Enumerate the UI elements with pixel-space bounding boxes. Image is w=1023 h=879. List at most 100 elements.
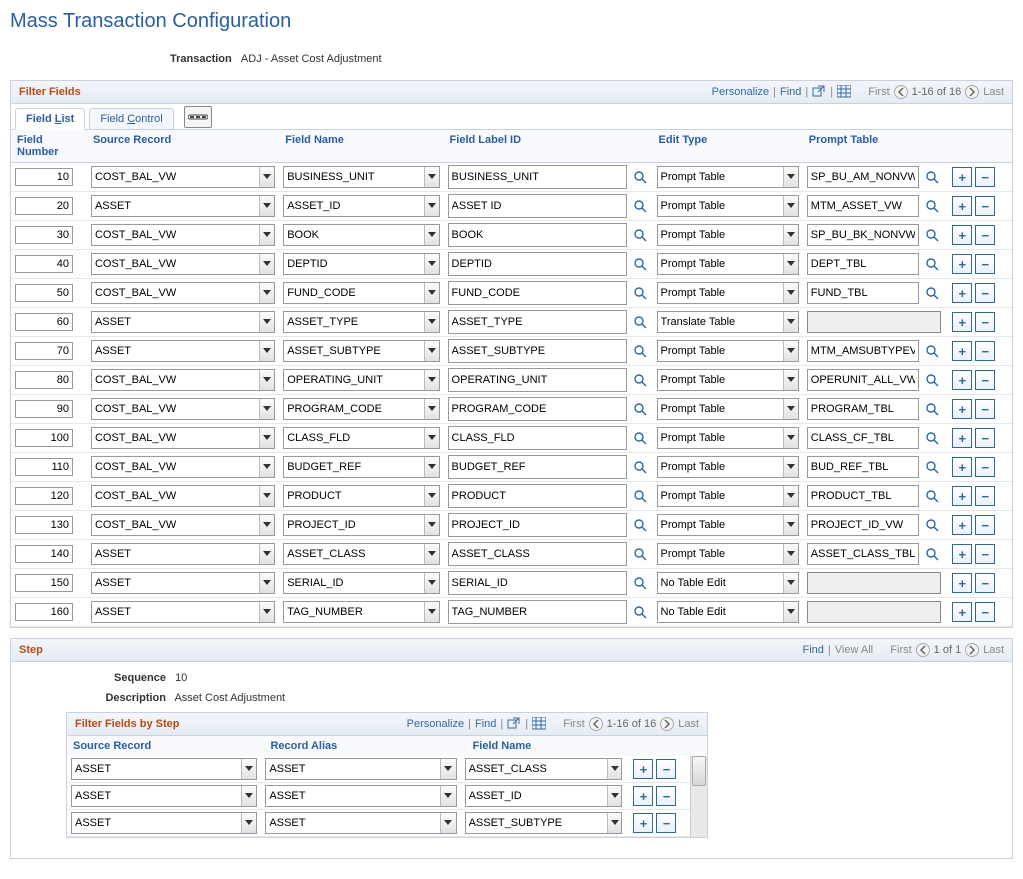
inner-record-alias-combo-input[interactable] — [266, 788, 440, 804]
chevron-down-icon[interactable] — [259, 428, 274, 448]
prompt-table-lookup-icon[interactable] — [923, 197, 941, 215]
source-record-combo[interactable] — [91, 282, 275, 304]
chevron-down-icon[interactable] — [783, 486, 798, 506]
inner-nav-last[interactable]: Last — [678, 718, 699, 730]
chevron-down-icon[interactable] — [259, 283, 274, 303]
col-field-number[interactable]: Field Number — [11, 130, 87, 163]
field-name-combo-input[interactable] — [284, 343, 423, 359]
chevron-down-icon[interactable] — [424, 312, 439, 332]
field-label-input[interactable] — [448, 165, 627, 189]
chevron-down-icon[interactable] — [424, 515, 439, 535]
field-name-combo-input[interactable] — [284, 198, 423, 214]
prompt-table-lookup-icon[interactable] — [923, 284, 941, 302]
inner-next-icon[interactable] — [660, 717, 674, 731]
field-label-lookup-icon[interactable] — [631, 226, 649, 244]
prompt-table-field[interactable] — [807, 485, 919, 507]
edit-type-combo[interactable] — [657, 166, 799, 188]
field-label-input[interactable] — [448, 252, 627, 276]
delete-row-button[interactable]: − — [975, 602, 995, 622]
chevron-down-icon[interactable] — [259, 486, 274, 506]
field-number-input[interactable] — [15, 226, 73, 244]
add-row-button[interactable]: + — [952, 399, 972, 419]
edit-type-combo[interactable] — [657, 601, 799, 623]
field-label-input[interactable] — [448, 281, 627, 305]
inner-source-record-combo-input[interactable] — [72, 788, 241, 804]
chevron-down-icon[interactable] — [783, 283, 798, 303]
field-number-input[interactable] — [15, 168, 73, 186]
field-name-combo-input[interactable] — [284, 169, 423, 185]
personalize-link[interactable]: Personalize — [712, 86, 769, 98]
chevron-down-icon[interactable] — [424, 196, 439, 216]
source-record-combo[interactable] — [91, 340, 275, 362]
edit-type-combo[interactable] — [657, 485, 799, 507]
inner-field-name-combo-input[interactable] — [466, 788, 607, 804]
delete-row-button[interactable]: − — [656, 786, 676, 806]
edit-type-combo[interactable] — [657, 311, 799, 333]
chevron-down-icon[interactable] — [424, 428, 439, 448]
source-record-combo[interactable] — [91, 427, 275, 449]
field-label-input[interactable] — [448, 223, 627, 247]
prompt-table-input[interactable] — [808, 459, 918, 475]
inner-record-alias-combo-input[interactable] — [266, 761, 440, 777]
edit-type-combo-input[interactable] — [658, 459, 784, 475]
chevron-down-icon[interactable] — [783, 341, 798, 361]
add-row-button[interactable]: + — [952, 370, 972, 390]
inner-col-alias[interactable]: Record Alias — [264, 736, 466, 756]
nav-first[interactable]: First — [868, 86, 889, 98]
nav-last[interactable]: Last — [983, 86, 1004, 98]
add-row-button[interactable]: + — [952, 602, 972, 622]
field-name-combo-input[interactable] — [284, 401, 423, 417]
chevron-down-icon[interactable] — [259, 341, 274, 361]
inner-spreadsheet-icon[interactable] — [532, 717, 546, 731]
prompt-table-input[interactable] — [808, 198, 918, 214]
edit-type-combo-input[interactable] — [658, 517, 784, 533]
delete-row-button[interactable]: − — [975, 225, 995, 245]
delete-row-button[interactable]: − — [975, 457, 995, 477]
chevron-down-icon[interactable] — [783, 602, 798, 622]
chevron-down-icon[interactable] — [259, 515, 274, 535]
field-number-input[interactable] — [15, 400, 73, 418]
source-record-combo[interactable] — [91, 572, 275, 594]
field-label-input[interactable] — [448, 426, 627, 450]
chevron-down-icon[interactable] — [424, 457, 439, 477]
delete-row-button[interactable]: − — [656, 759, 676, 779]
source-record-combo[interactable] — [91, 398, 275, 420]
field-number-input[interactable] — [15, 371, 73, 389]
spreadsheet-icon[interactable] — [837, 85, 851, 99]
field-label-input[interactable] — [448, 310, 627, 334]
chevron-down-icon[interactable] — [783, 428, 798, 448]
source-record-combo[interactable] — [91, 543, 275, 565]
field-label-input[interactable] — [448, 571, 627, 595]
source-record-combo[interactable] — [91, 166, 275, 188]
inner-record-alias-combo-input[interactable] — [266, 815, 440, 831]
source-record-combo[interactable] — [91, 224, 275, 246]
field-name-combo[interactable] — [283, 514, 439, 536]
prompt-table-field[interactable] — [807, 369, 919, 391]
field-name-combo[interactable] — [283, 369, 439, 391]
chevron-down-icon[interactable] — [259, 196, 274, 216]
chevron-down-icon[interactable] — [783, 167, 798, 187]
field-name-combo-input[interactable] — [284, 517, 423, 533]
chevron-down-icon[interactable] — [259, 167, 274, 187]
add-row-button[interactable]: + — [952, 573, 972, 593]
source-record-combo-input[interactable] — [92, 459, 259, 475]
tab-field-list[interactable]: Field List — [15, 108, 85, 130]
edit-type-combo-input[interactable] — [658, 227, 784, 243]
edit-type-combo-input[interactable] — [658, 401, 784, 417]
inner-zoom-icon[interactable] — [507, 717, 521, 731]
zoom-icon[interactable] — [812, 85, 826, 99]
prompt-table-field[interactable] — [807, 340, 919, 362]
chevron-down-icon[interactable] — [783, 399, 798, 419]
prompt-table-input[interactable] — [808, 546, 918, 562]
field-label-input[interactable] — [448, 484, 627, 508]
delete-row-button[interactable]: − — [975, 254, 995, 274]
field-label-lookup-icon[interactable] — [631, 255, 649, 273]
chevron-down-icon[interactable] — [607, 786, 622, 806]
inner-record-alias-combo[interactable] — [265, 812, 456, 834]
prompt-table-field[interactable] — [807, 456, 919, 478]
field-name-combo-input[interactable] — [284, 546, 423, 562]
delete-row-button[interactable]: − — [975, 428, 995, 448]
chevron-down-icon[interactable] — [440, 759, 455, 779]
chevron-down-icon[interactable] — [440, 786, 455, 806]
delete-row-button[interactable]: − — [975, 341, 995, 361]
